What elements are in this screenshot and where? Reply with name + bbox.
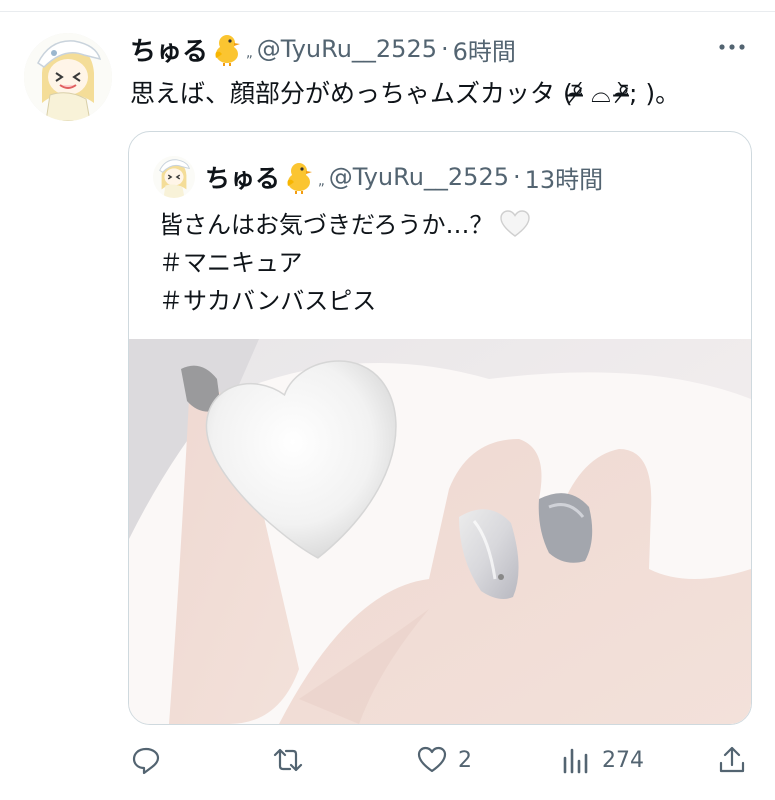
quoted-timestamp: 13時間 [524,165,604,194]
reply-icon [132,747,160,775]
views-button[interactable]: 274 [560,738,644,782]
tweet-text: 思えば、顔部分がめっちゃムズカッタ (ᵒ̴̶̷᷄ ⌓ ᵒ̴̶̷᷅; )。 [130,79,681,108]
quoted-avatar-illustration [153,156,195,198]
view-count: 274 [602,747,644,773]
author-avatar[interactable] [24,33,112,121]
author-name[interactable]: ちゅる [130,31,208,68]
quoted-tweet-card[interactable]: ちゅる „ @TyuRu__2525 · 13時間 皆さんはお気づきだろうか…？… [128,131,752,725]
tweet-header: ちゅる „ @TyuRu__2525 · 6時間 [130,28,516,70]
quoted-author-avatar [153,156,195,198]
share-button[interactable] [716,738,758,782]
quote-mark: „ [246,45,253,61]
quoted-tweet-text: 皆さんはお気づきだろうか…？ ＃マニキュア ＃サカバンバスピス [159,206,530,320]
retweet-button[interactable] [272,738,314,782]
action-bar: 2 274 [0,738,775,782]
hashtag-manicure[interactable]: ＃マニキュア [159,244,530,282]
quoted-tweet-header: ちゅる „ @TyuRu__2525 · 13時間 [153,156,603,198]
quoted-text-first-line: 皆さんはお気づきだろうか…？ [159,211,494,239]
tweet-timestamp[interactable]: 6時間 [453,32,516,67]
separator-dot: · [441,35,449,63]
quoted-text-line: 皆さんはお気づきだろうか…？ [159,206,530,244]
like-button[interactable]: 2 [416,738,472,782]
like-count: 2 [458,747,472,773]
nail-photo[interactable] [129,339,751,724]
quoted-separator-dot: · [513,163,521,191]
views-icon [563,748,588,774]
chick-emoji-icon [215,35,241,66]
quoted-author-handle: @TyuRu__2525 [328,163,509,191]
quoted-chick-emoji-icon [287,163,313,194]
more-options-icon[interactable] [717,35,747,59]
avatar-illustration [24,33,112,121]
share-icon [719,746,745,773]
top-divider [0,11,775,12]
heart-icon [417,746,447,773]
retweet-icon [273,748,303,772]
quoted-author-name: ちゅる [205,164,281,193]
hashtag-sacabambaspis[interactable]: ＃サカバンバスピス [159,282,530,320]
white-heart-icon [499,210,530,237]
reply-button[interactable] [130,738,172,782]
quoted-quote-mark: „ [318,173,325,189]
author-handle[interactable]: @TyuRu__2525 [257,35,437,63]
